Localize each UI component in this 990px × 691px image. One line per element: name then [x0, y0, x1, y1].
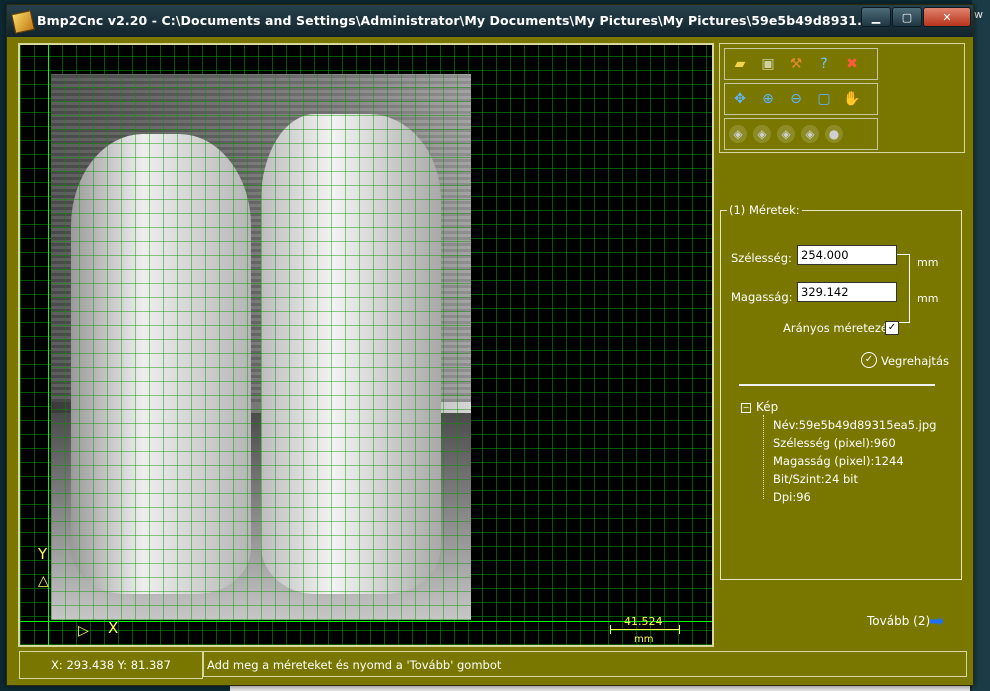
save-icon[interactable]: ▣: [757, 53, 779, 75]
link-bracket: [897, 254, 910, 323]
image-canvas[interactable]: Y △ ▷ X 41.524 mm: [18, 43, 714, 647]
exit-icon[interactable]: ✖: [841, 53, 863, 75]
x-axis-arrow-icon: ▷: [78, 623, 89, 639]
window-title: Bmp2Cnc v2.20 - C:\Documents and Setting…: [37, 13, 872, 28]
maximize-button[interactable]: ▢: [892, 7, 922, 27]
y-axis-arrow-icon: △: [38, 573, 49, 589]
view-3d-2-icon[interactable]: ◈: [753, 125, 771, 143]
height-label: Magasság:: [731, 290, 793, 304]
x-axis-line: [20, 621, 712, 622]
tree-item-width: Szélesség (pixel):960: [773, 436, 896, 450]
panel-separator: [739, 384, 935, 386]
maximize-icon: ▢: [901, 10, 913, 24]
execute-icon: ✓: [861, 352, 877, 368]
tree-item-height: Magasság (pixel):1244: [773, 454, 904, 468]
help-icon[interactable]: ?: [813, 53, 835, 75]
tree-connector: [763, 415, 764, 499]
view-3d-4-icon[interactable]: ◈: [801, 125, 819, 143]
next-button[interactable]: Tovább (2): [867, 614, 930, 628]
y-axis-line: [48, 45, 49, 645]
execute-button[interactable]: Vegrehajtás: [881, 354, 949, 368]
scale-unit: mm: [634, 634, 654, 645]
toolbar-row-3d: ◈ ◈ ◈ ◈ ●: [724, 118, 878, 150]
status-message: Add meg a méreteket és nyomd a 'Tovább' …: [203, 651, 967, 677]
tree-root-image[interactable]: Kép: [756, 400, 778, 414]
zoom-out-icon[interactable]: ⊖: [785, 88, 807, 110]
arrow-right-icon[interactable]: ➡: [929, 611, 944, 632]
desktop-edge-text: w: [974, 8, 983, 21]
height-unit: mm: [917, 292, 939, 305]
scale-bar: [610, 625, 680, 634]
close-button[interactable]: ✕: [923, 7, 971, 27]
width-label: Szélesség:: [731, 251, 792, 265]
view-3d-1-icon[interactable]: ◈: [729, 125, 747, 143]
toolbar-row-file: ▰ ▣ ⚒ ? ✖: [724, 48, 878, 80]
loaded-image: [51, 74, 471, 620]
dimensions-panel: (1) Méretek: Szélesség: Magasság: mm mm …: [720, 203, 962, 580]
scale-value: 41.524: [624, 615, 663, 628]
toolbar: ▰ ▣ ⚒ ? ✖ ✥ ⊕ ⊖ ▢ ✋ ◈ ◈ ◈ ◈ ●: [719, 43, 965, 153]
zoom-fit-icon[interactable]: ▢: [813, 88, 835, 110]
view-3d-3-icon[interactable]: ◈: [777, 125, 795, 143]
toolbar-row-view: ✥ ⊕ ⊖ ▢ ✋: [724, 83, 878, 115]
tree-collapse-icon[interactable]: −: [741, 403, 751, 413]
minimize-icon: ▁: [871, 10, 881, 24]
tree-item-name: Név:59e5b49d89315ea5.jpg: [773, 418, 937, 432]
tool-icon[interactable]: ⚒: [785, 53, 807, 75]
proportional-checkbox[interactable]: ✓: [885, 321, 899, 335]
move-icon[interactable]: ✥: [729, 88, 751, 110]
status-coordinates: X: 293.438 Y: 81.387: [19, 651, 203, 679]
window-controls: ▁ ▢ ✕: [861, 7, 972, 27]
y-axis-label: Y: [38, 545, 48, 563]
panel-title: (1) Méretek:: [727, 203, 802, 217]
tree-item-dpi: Dpi:96: [773, 490, 811, 504]
zoom-in-icon[interactable]: ⊕: [757, 88, 779, 110]
close-icon: ✕: [942, 10, 952, 24]
pan-hand-icon[interactable]: ✋: [841, 88, 863, 110]
open-icon[interactable]: ▰: [729, 53, 751, 75]
minimize-button[interactable]: ▁: [861, 7, 891, 27]
title-bar[interactable]: Bmp2Cnc v2.20 - C:\Documents and Setting…: [7, 5, 973, 37]
sphere-icon[interactable]: ●: [825, 125, 843, 143]
app-logo-icon: [11, 10, 35, 34]
height-input[interactable]: [797, 282, 897, 302]
proportional-label: Arányos méretezés:: [783, 321, 898, 335]
image-grid-overlay: [51, 74, 471, 620]
tree-item-bitdepth: Bit/Szint:24 bit: [773, 472, 858, 486]
width-input[interactable]: [797, 245, 897, 265]
width-unit: mm: [917, 256, 939, 269]
desktop-edge: w: [972, 0, 990, 691]
app-window: Bmp2Cnc v2.20 - C:\Documents and Setting…: [6, 4, 974, 686]
x-axis-label: X: [108, 619, 119, 637]
